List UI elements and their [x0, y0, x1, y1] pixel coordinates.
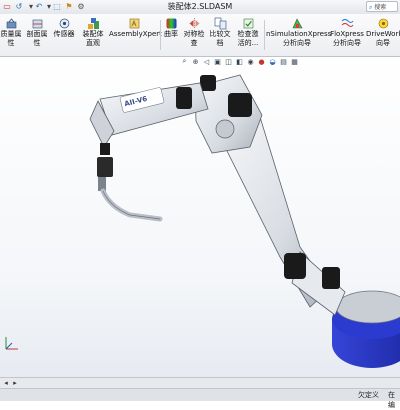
- upper-joint: [194, 74, 263, 154]
- simulationxpress-button[interactable]: nSimulationXpress 分析向导: [266, 17, 332, 55]
- robot-arm-model[interactable]: AII-V6: [0, 57, 400, 377]
- sensor-icon: [59, 18, 69, 29]
- ribbon-label: 曲率: [164, 30, 178, 38]
- curvature-icon: [166, 18, 176, 29]
- ribbon-label-line2: 档: [216, 39, 224, 47]
- ribbon-label: FloXpress: [330, 30, 364, 38]
- robot-base: [332, 290, 400, 368]
- search-input[interactable]: ⌕ 搜索: [366, 1, 398, 12]
- sensor-button[interactable]: 传感器: [53, 17, 75, 55]
- search-icon: ⌕: [369, 4, 373, 11]
- symmetry-check-icon: [189, 18, 199, 29]
- graphics-area[interactable]: ⌕ ⊕ ◁ ▣ ◫ ◧ ◉ ● ◒ ▤ ▦ AII-V6: [0, 57, 400, 377]
- simulationxpress-icon: [292, 18, 303, 29]
- mass-properties-button[interactable]: 质量属 性: [0, 17, 22, 55]
- reference-triad-icon: [5, 337, 18, 350]
- model-tabs-bar: ◂ ▸: [0, 377, 400, 388]
- command-manager-ribbon: 质量属 性 剖面属 性 传感器 装配体 直观 AssemblyXpert 曲率 …: [0, 14, 400, 57]
- assemblyxpert-button[interactable]: AssemblyXpert: [109, 17, 162, 55]
- ribbon-label-line2: 分析向导: [333, 39, 361, 47]
- floxpress-icon: [341, 18, 353, 28]
- ribbon-label: 剖面属: [26, 30, 48, 38]
- driveworks-button[interactable]: DriveWorks 向导: [366, 17, 400, 55]
- floxpress-button[interactable]: FloXpress 分析向导: [330, 17, 364, 55]
- ribbon-label: 检查激: [237, 30, 259, 38]
- compare-documents-button[interactable]: 比较文 档: [208, 17, 232, 55]
- title-bar: ▭ ↺ ▾ ↶ ▾ ⬚ ⚑ ⚙ 装配体2.SLDASM ⌕ 搜索: [0, 0, 400, 15]
- mass-properties-icon: [6, 18, 16, 29]
- assembly-visualization-button[interactable]: 装配体 直观: [80, 17, 106, 55]
- ribbon-label-line2: 性: [33, 39, 41, 47]
- status-bar: 欠定义 在编: [0, 388, 400, 409]
- ribbon-label: DriveWorks: [366, 30, 400, 38]
- ribbon-label: AssemblyXpert: [109, 30, 162, 38]
- compare-documents-icon: [214, 17, 226, 30]
- ribbon-label: 传感器: [53, 30, 75, 38]
- ribbon-label-line2: 性: [7, 39, 15, 47]
- ribbon-label: 质量属: [0, 30, 22, 38]
- tab-scroll-next-icon[interactable]: ▸: [11, 378, 19, 388]
- assembly-visualization-icon: [87, 18, 99, 29]
- tab-scroll-first-icon[interactable]: ◂: [2, 378, 10, 388]
- ribbon-label: 对称检: [183, 30, 205, 38]
- ribbon-label: nSimulationXpress: [266, 30, 332, 38]
- ribbon-label-line2: 活的...: [237, 39, 259, 47]
- status-editing: 在编: [388, 391, 395, 409]
- section-properties-icon: [32, 19, 42, 29]
- search-text: 搜索: [374, 4, 387, 11]
- document-title: 装配体2.SLDASM: [167, 2, 233, 11]
- ribbon-separator: [160, 20, 161, 50]
- check-active-icon: [243, 18, 253, 29]
- ribbon-label-line2: 分析向导: [283, 39, 311, 47]
- curvature-button[interactable]: 曲率: [162, 17, 180, 55]
- ribbon-label-line2: 查: [190, 39, 198, 47]
- ribbon-separator: [264, 20, 265, 50]
- symmetry-check-button[interactable]: 对称检 查: [181, 17, 207, 55]
- ribbon-label-line2: 向导: [376, 39, 390, 47]
- ribbon-label-line2: 直观: [86, 39, 100, 47]
- ribbon-label: 比较文: [209, 30, 231, 38]
- driveworks-icon: [378, 18, 388, 29]
- forearm: AII-V6: [99, 82, 209, 136]
- assemblyxpert-icon: [129, 18, 139, 29]
- section-properties-button[interactable]: 剖面属 性: [26, 17, 48, 55]
- status-under-defined: 欠定义: [358, 391, 379, 399]
- check-active-button[interactable]: 检查激 活的...: [234, 17, 262, 55]
- ribbon-label: 装配体: [82, 30, 104, 38]
